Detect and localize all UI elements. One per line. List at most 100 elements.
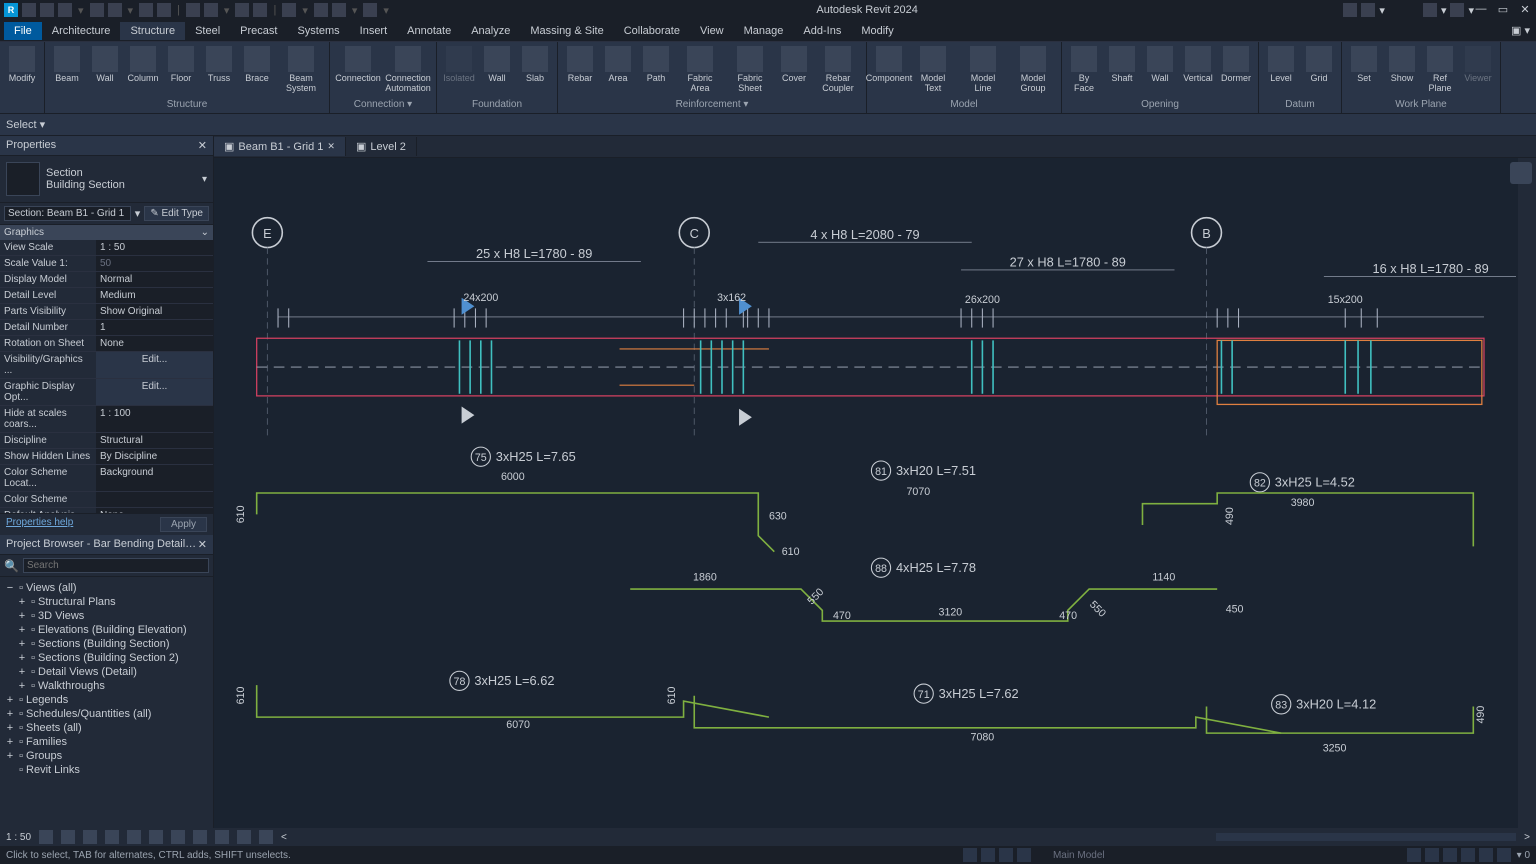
crop-region-icon[interactable]	[171, 830, 185, 844]
select-face-icon[interactable]	[1461, 848, 1475, 862]
tree-toggle-icon[interactable]: +	[16, 666, 28, 678]
tree-item[interactable]: ▫ Revit Links	[4, 763, 209, 777]
select-links-icon[interactable]	[1407, 848, 1421, 862]
sun-path-icon[interactable]	[83, 830, 97, 844]
filter-icon[interactable]	[1497, 848, 1511, 862]
tool-slab[interactable]: Slab	[517, 44, 553, 98]
tree-toggle-icon[interactable]: +	[4, 736, 16, 748]
prop-value[interactable]: None	[96, 336, 213, 351]
drawing-area[interactable]: ECB 25 x H8 L=1780 - 892	[214, 158, 1516, 828]
prop-value[interactable]: Normal	[96, 272, 213, 287]
tool-connection[interactable]: Connection	[334, 44, 382, 98]
dim-icon[interactable]	[186, 3, 200, 17]
rendering-icon[interactable]	[127, 830, 141, 844]
tree-item[interactable]: + ▫ Legends	[4, 693, 209, 707]
tool-path[interactable]: Path	[638, 44, 674, 98]
prop-value[interactable]: 1 : 100	[96, 406, 213, 432]
tree-item[interactable]: + ▫ 3D Views	[4, 609, 209, 623]
measure-icon[interactable]	[157, 3, 171, 17]
ribbon-tab-massingsite[interactable]: Massing & Site	[520, 22, 613, 40]
minimize-button[interactable]: —	[1474, 3, 1488, 17]
properties-help-link[interactable]: Properties help	[6, 517, 73, 532]
section-icon[interactable]	[314, 3, 328, 17]
tool-component[interactable]: Component	[871, 44, 907, 98]
detail-level-icon[interactable]	[39, 830, 53, 844]
tool-model-text[interactable]: ModelText	[909, 44, 957, 98]
vc-right-chevron[interactable]: >	[1524, 832, 1530, 843]
drag-icon[interactable]	[1479, 848, 1493, 862]
lock-icon[interactable]	[193, 830, 207, 844]
tool-column[interactable]: Column	[125, 44, 161, 98]
save-icon[interactable]	[40, 3, 54, 17]
browser-close-icon[interactable]: ✕	[198, 538, 207, 551]
vertical-scrollbar[interactable]	[1518, 158, 1536, 828]
prop-value[interactable]: 1	[96, 320, 213, 335]
tool-cover[interactable]: Cover	[776, 44, 812, 98]
ribbon-tab-annotate[interactable]: Annotate	[397, 22, 461, 40]
sync-icon[interactable]	[58, 3, 72, 17]
tool-wall[interactable]: Wall	[479, 44, 515, 98]
drawing-canvas[interactable]: ▣Beam B1 - Grid 1✕▣Level 2 ECB	[214, 136, 1536, 828]
prop-value[interactable]: By Discipline	[96, 449, 213, 464]
tool-area[interactable]: Area	[600, 44, 636, 98]
properties-close-icon[interactable]: ✕	[198, 139, 207, 152]
tool-beam[interactable]: Beam	[49, 44, 85, 98]
tree-item[interactable]: + ▫ Elevations (Building Elevation)	[4, 623, 209, 637]
tree-item[interactable]: + ▫ Groups	[4, 749, 209, 763]
tool-rebar[interactable]: Rebar	[562, 44, 598, 98]
tool-fabric-sheet[interactable]: FabricSheet	[726, 44, 774, 98]
edit-type-button[interactable]: ✎ Edit Type	[144, 206, 209, 221]
close-tab-icon[interactable]: ✕	[327, 141, 335, 152]
search-icon[interactable]	[1343, 3, 1357, 17]
print-icon[interactable]	[139, 3, 153, 17]
tree-item[interactable]: + ▫ Walkthroughs	[4, 679, 209, 693]
ribbon-tab-precast[interactable]: Precast	[230, 22, 287, 40]
visual-style-icon[interactable]	[61, 830, 75, 844]
main-model-label[interactable]: Main Model	[1053, 850, 1105, 861]
tree-toggle-icon[interactable]: +	[16, 624, 28, 636]
type-selector[interactable]: Section Building Section ▾	[0, 156, 213, 203]
view-tab[interactable]: ▣Level 2	[346, 137, 417, 156]
undo-icon[interactable]	[90, 3, 104, 17]
tree-toggle-icon[interactable]: +	[16, 638, 28, 650]
tool-vertical[interactable]: Vertical	[1180, 44, 1216, 98]
chevron-down-icon[interactable]: ▾	[202, 174, 207, 185]
crop-icon[interactable]	[149, 830, 163, 844]
tool-ref-plane[interactable]: RefPlane	[1422, 44, 1458, 98]
text-icon[interactable]	[253, 3, 267, 17]
view-tab[interactable]: ▣Beam B1 - Grid 1✕	[214, 137, 346, 156]
ribbon-collapse-icon[interactable]: ▣ ▾	[1511, 24, 1536, 37]
revit-icon[interactable]: R	[4, 3, 18, 17]
tree-toggle-icon[interactable]: −	[4, 582, 16, 594]
tool-beam-system[interactable]: BeamSystem	[277, 44, 325, 98]
search-icon[interactable]: 🔍	[4, 559, 19, 573]
prop-value[interactable]: 50	[96, 256, 213, 271]
tool-truss[interactable]: Truss	[201, 44, 237, 98]
tree-item[interactable]: + ▫ Detail Views (Detail)	[4, 665, 209, 679]
cart-chevron[interactable]: ▾	[1441, 4, 1447, 17]
tool-floor[interactable]: Floor	[163, 44, 199, 98]
prop-value[interactable]: Edit...	[96, 379, 213, 405]
view3d-icon[interactable]	[282, 3, 296, 17]
apply-button[interactable]: Apply	[160, 517, 207, 532]
combo-chevron-icon[interactable]: ▾	[135, 207, 141, 220]
redo-icon[interactable]	[108, 3, 122, 17]
tree-item[interactable]: − ▫ Views (all)	[4, 581, 209, 595]
tool-model-line[interactable]: ModelLine	[959, 44, 1007, 98]
tree-item[interactable]: + ▫ Structural Plans	[4, 595, 209, 609]
ribbon-tab-view[interactable]: View	[690, 22, 734, 40]
tree-item[interactable]: + ▫ Sections (Building Section)	[4, 637, 209, 651]
ribbon-tab-steel[interactable]: Steel	[185, 22, 230, 40]
tool-show[interactable]: Show	[1384, 44, 1420, 98]
tool-wall[interactable]: Wall	[1142, 44, 1178, 98]
view-scale[interactable]: 1 : 50	[6, 832, 31, 843]
prop-value[interactable]	[96, 492, 213, 507]
tool-rebar-coupler[interactable]: RebarCoupler	[814, 44, 862, 98]
tool-wall[interactable]: Wall	[87, 44, 123, 98]
shadows-icon[interactable]	[105, 830, 119, 844]
tool-modify[interactable]: Modify	[4, 44, 40, 111]
tool-grid[interactable]: Grid	[1301, 44, 1337, 98]
thin-lines-icon[interactable]	[332, 3, 346, 17]
reveal-icon[interactable]	[237, 830, 251, 844]
tool-model-group[interactable]: ModelGroup	[1009, 44, 1057, 98]
